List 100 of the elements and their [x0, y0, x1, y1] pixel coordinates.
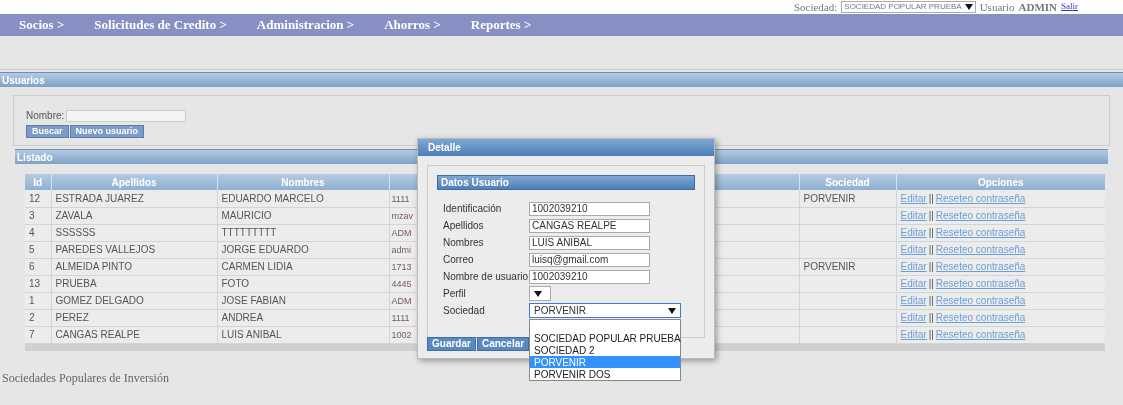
panel-header: Usuarios: [0, 72, 1123, 87]
table-cell: EDUARDO MARCELO: [217, 190, 389, 207]
table-cell: 1: [25, 292, 51, 309]
table-cell: 2: [25, 309, 51, 326]
field-label: Identificación: [443, 202, 503, 216]
name-input[interactable]: [66, 109, 187, 122]
table-cell: ANDREA: [217, 309, 389, 326]
footer-text: Sociedades Populares de Inversión: [2, 369, 169, 387]
text-field[interactable]: 1002039210: [529, 201, 650, 216]
edit-link[interactable]: Editar: [900, 295, 927, 306]
text-field[interactable]: LUIS ANIBAL: [529, 235, 650, 250]
nav-item[interactable]: Reportes >: [470, 15, 532, 35]
table-cell: 1111: [391, 193, 410, 204]
sociedad-label: Sociedad:: [793, 0, 838, 15]
table-cell: admi: [391, 244, 411, 255]
table-cell: FOTO: [217, 275, 389, 292]
table-cell: PORVENIR: [799, 258, 896, 275]
field-label: Correo: [443, 253, 475, 267]
table-cell: 6: [25, 258, 51, 275]
field-label: Apellidos: [443, 219, 485, 233]
nav-item[interactable]: Administracion >: [256, 15, 355, 35]
logout-link[interactable]: Salir: [1061, 0, 1078, 14]
table-cell: ALMEIDA PINTO: [51, 258, 217, 275]
link-separator: ||: [928, 278, 934, 289]
table-cell: JOSE FABIAN: [217, 292, 389, 309]
caret-icon: [534, 290, 542, 297]
reset-password-link[interactable]: Reseteo contraseña: [935, 244, 1026, 255]
table-cell: mzav: [391, 210, 413, 221]
link-separator: ||: [928, 329, 934, 340]
table-cell: MAURICIO: [217, 207, 389, 224]
text-field[interactable]: CANGAS REALPE: [529, 218, 650, 233]
reset-password-link[interactable]: Reseteo contraseña: [935, 261, 1026, 272]
dropdown-option[interactable]: SOCIEDAD 2: [530, 344, 680, 356]
text-field[interactable]: 1002039210: [529, 269, 650, 284]
link-separator: ||: [928, 295, 934, 306]
link-separator: ||: [928, 210, 934, 221]
table-cell: PORVENIR: [799, 190, 896, 207]
table-cell: GOMEZ DELGADO: [51, 292, 217, 309]
edit-link[interactable]: Editar: [900, 329, 927, 340]
table-cell: 7: [25, 326, 51, 343]
text-field[interactable]: luisq@gmail.com: [529, 252, 650, 267]
link-separator: ||: [928, 227, 934, 238]
table-cell: CARMEN LIDIA: [217, 258, 389, 275]
panel-button[interactable]: Nuevo usuario: [69, 125, 145, 138]
table-cell: ADM: [391, 295, 412, 306]
table-cell: PEREZ: [51, 309, 217, 326]
reset-password-link[interactable]: Reseteo contraseña: [935, 192, 1026, 204]
dialog-button[interactable]: Guardar: [427, 337, 476, 351]
table-cell: TTTTTTTTT: [217, 224, 389, 241]
reset-password-link[interactable]: Reseteo contraseña: [935, 295, 1026, 306]
table-cell: 3: [25, 207, 51, 224]
dialog-button[interactable]: Cancelar: [476, 337, 530, 351]
table-cell: JORGE EDUARDO: [217, 241, 389, 258]
search-label: Nombre:: [26, 109, 65, 123]
panel-button[interactable]: Buscar: [26, 125, 69, 138]
table-cell: 13: [25, 275, 51, 292]
dropdown-option[interactable]: PORVENIR: [530, 356, 680, 368]
select-field[interactable]: [529, 286, 551, 301]
table-cell: LUIS ANIBAL: [217, 326, 389, 343]
sociedad-select[interactable]: SOCIEDAD POPULAR PRUEBA: [841, 1, 976, 13]
table-cell: CANGAS REALPE: [51, 326, 217, 343]
dialog-title: Detalle: [418, 139, 714, 156]
table-cell: 4: [25, 224, 51, 241]
field-label: Nombre de usuario: [443, 270, 529, 284]
field-label: Perfil: [443, 287, 467, 301]
select-field[interactable]: PORVENIR: [529, 303, 681, 318]
dropdown-option[interactable]: PORVENIR DOS: [530, 368, 680, 380]
nav-item[interactable]: Ahorros >: [384, 15, 441, 35]
edit-link[interactable]: Editar: [900, 210, 927, 221]
table-cell: PRUEBA: [51, 275, 217, 292]
reset-password-link[interactable]: Reseteo contraseña: [935, 227, 1026, 238]
reset-password-link[interactable]: Reseteo contraseña: [935, 312, 1026, 323]
edit-link[interactable]: Editar: [900, 261, 927, 272]
edit-link[interactable]: Editar: [900, 192, 927, 204]
nav-item[interactable]: Socios >: [19, 15, 65, 35]
table-cell: ADM: [391, 227, 412, 238]
reset-password-link[interactable]: Reseteo contraseña: [935, 329, 1026, 340]
table-cell: 5: [25, 241, 51, 258]
edit-link[interactable]: Editar: [900, 227, 927, 238]
column-header: Opciones: [896, 174, 1105, 190]
table-cell: 1002: [391, 329, 412, 340]
reset-password-link[interactable]: Reseteo contraseña: [935, 278, 1026, 289]
section-header: Datos Usuario: [437, 175, 695, 190]
field-label: Sociedad: [443, 304, 486, 318]
table-cell: ZAVALA: [51, 207, 217, 224]
edit-link[interactable]: Editar: [900, 312, 927, 323]
edit-link[interactable]: Editar: [900, 278, 927, 289]
dropdown-option[interactable]: SOCIEDAD POPULAR PRUEBA: [530, 332, 680, 344]
nav-item[interactable]: Solicitudes de Credito >: [94, 15, 227, 35]
user-name: ADMIN: [1018, 0, 1057, 15]
table-cell: 1111: [391, 312, 410, 323]
field-label: Nombres: [443, 236, 485, 250]
caret-icon: [964, 4, 973, 10]
user-label: Usuario: [979, 0, 1015, 15]
link-separator: ||: [928, 261, 934, 272]
link-separator: ||: [928, 312, 934, 323]
reset-password-link[interactable]: Reseteo contraseña: [935, 210, 1026, 221]
edit-link[interactable]: Editar: [900, 244, 927, 255]
link-separator: ||: [928, 244, 934, 255]
link-separator: ||: [928, 192, 934, 204]
